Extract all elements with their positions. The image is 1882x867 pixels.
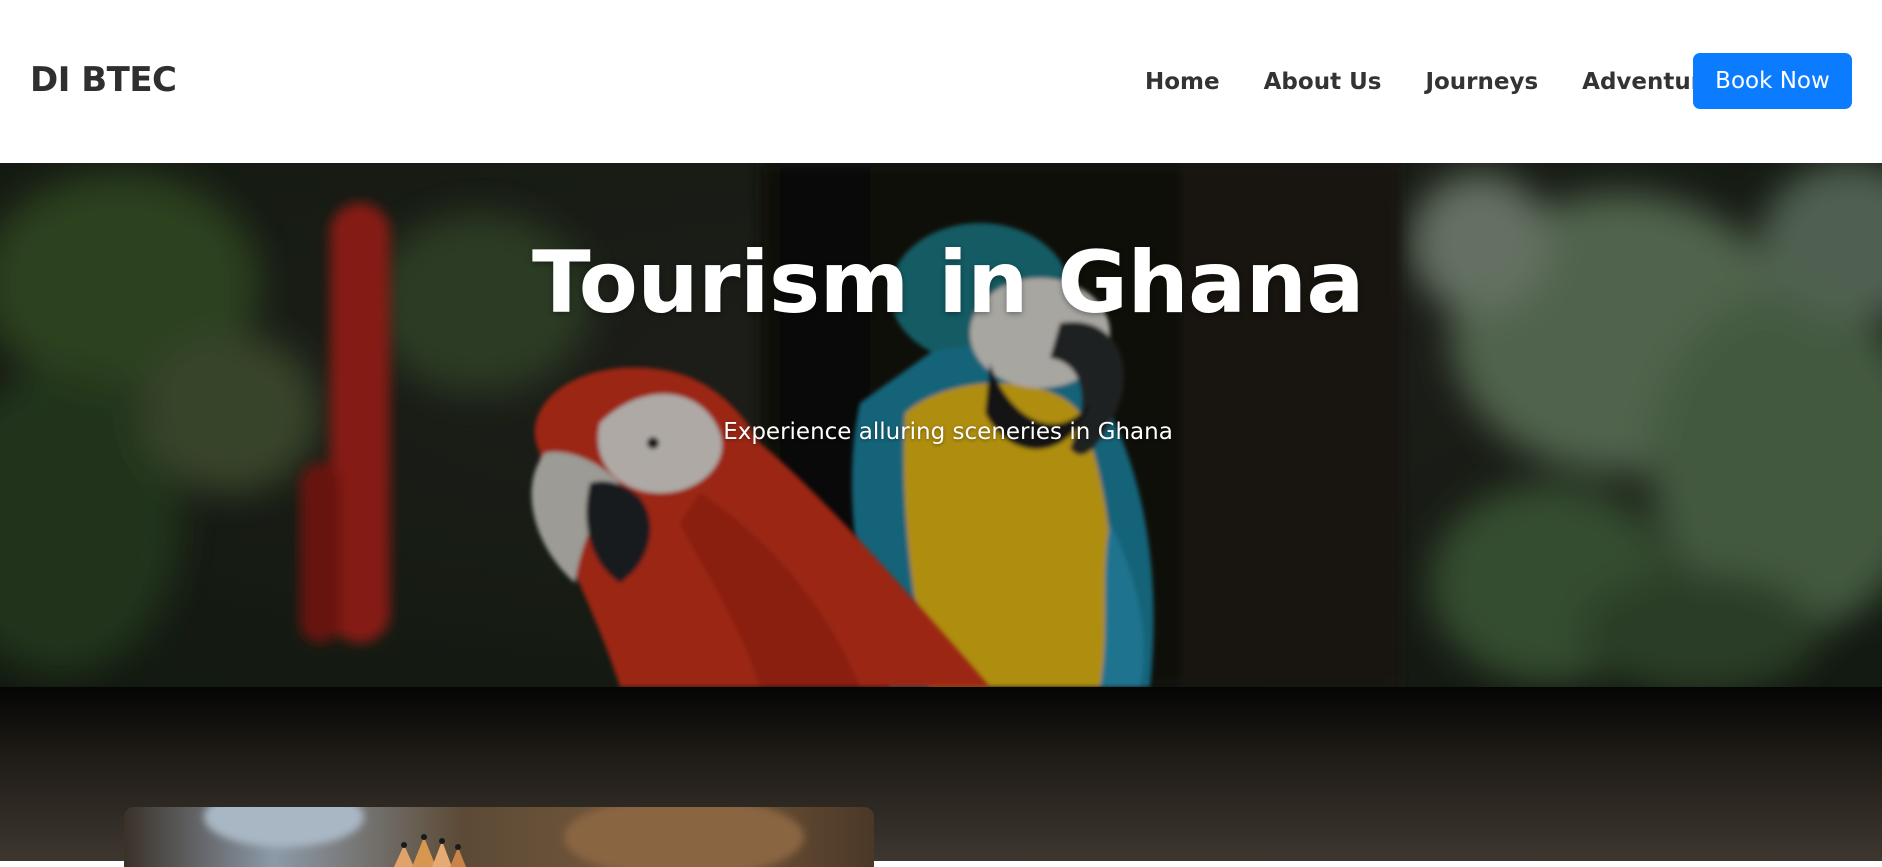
hero-banner: Tourism in Ghana Experience alluring sce… xyxy=(0,163,1882,687)
nav-link-home[interactable]: Home xyxy=(1145,69,1220,95)
book-now-button[interactable]: Book Now xyxy=(1693,53,1852,109)
hornbill-image xyxy=(124,807,874,867)
top-navbar: DI BTEC Home About Us Journeys Adventure… xyxy=(0,0,1882,163)
site-logo[interactable]: DI BTEC xyxy=(30,60,177,100)
hero-title: Tourism in Ghana xyxy=(532,233,1364,333)
featured-section xyxy=(0,687,1882,867)
featured-card-image[interactable] xyxy=(124,807,874,867)
main-nav: Home About Us Journeys Adventure xyxy=(1145,69,1718,95)
nav-link-about-us[interactable]: About Us xyxy=(1264,69,1382,95)
hero-subtitle: Experience alluring sceneries in Ghana xyxy=(723,419,1173,445)
nav-link-journeys[interactable]: Journeys xyxy=(1425,69,1538,95)
